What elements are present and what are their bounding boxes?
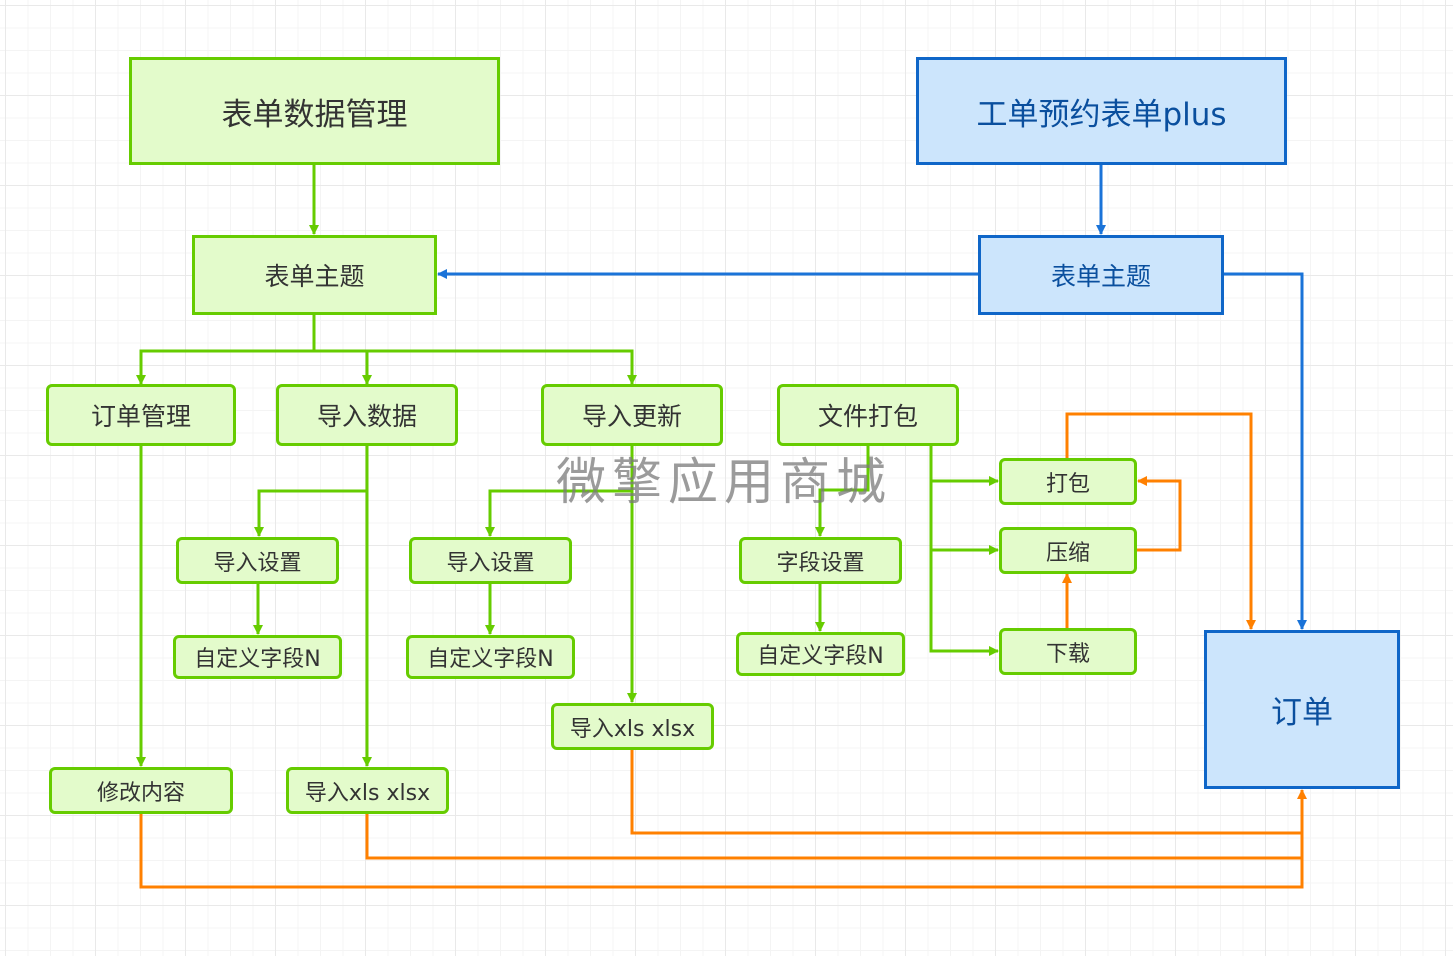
edge-file-to-field <box>815 445 870 537</box>
edge-topic-to-order <box>1223 272 1307 630</box>
node-form-topic-right[interactable]: 表单主题 <box>978 235 1224 315</box>
edge-topic-to-update <box>314 349 637 385</box>
node-label: 表单主题 <box>264 262 365 291</box>
node-modify-content[interactable]: 修改内容 <box>49 767 233 814</box>
node-label: 文件打包 <box>817 402 918 431</box>
node-label: 订单 <box>1271 695 1333 731</box>
node-label: 导入设置 <box>213 550 302 576</box>
node-pack[interactable]: 打包 <box>999 458 1137 505</box>
node-order-management[interactable]: 订单管理 <box>46 384 236 446</box>
node-import-settings-1[interactable]: 导入设置 <box>176 537 339 584</box>
edge-file-to-download <box>929 550 999 656</box>
edge-file-to-pack <box>929 445 999 486</box>
edge-update-to-settings <box>485 489 632 537</box>
node-custom-field-3[interactable]: 自定义字段N <box>736 632 905 676</box>
node-work-order-plus[interactable]: 工单预约表单plus <box>916 57 1287 165</box>
node-import-xls-update[interactable]: 导入xls xlsx <box>551 703 714 750</box>
node-download[interactable]: 下载 <box>999 628 1137 675</box>
node-label: 压缩 <box>1045 540 1090 566</box>
node-import-update[interactable]: 导入更新 <box>541 384 723 446</box>
node-label: 导入数据 <box>316 402 417 431</box>
node-label: 自定义字段N <box>194 647 321 672</box>
edge-file-to-compress <box>929 481 999 555</box>
node-label: 工单预约表单plus <box>976 96 1227 133</box>
node-label: 表单主题 <box>1050 262 1151 291</box>
edge-import-to-settings <box>254 489 367 537</box>
edge-xls-data-to-order <box>365 814 1302 860</box>
node-label: 字段设置 <box>776 550 865 576</box>
node-label: 修改内容 <box>96 780 185 806</box>
node-custom-field-2[interactable]: 自定义字段N <box>406 635 575 679</box>
edge-compress-to-pack <box>1136 476 1182 552</box>
edge-topic-branch <box>136 314 316 385</box>
node-field-settings[interactable]: 字段设置 <box>739 537 902 584</box>
edge-pack-to-order <box>1065 412 1256 630</box>
node-label: 导入xls xlsx <box>304 780 431 806</box>
node-custom-field-1[interactable]: 自定义字段N <box>173 635 342 679</box>
node-label: 自定义字段N <box>427 647 554 672</box>
node-import-settings-2[interactable]: 导入设置 <box>409 537 572 584</box>
node-label: 表单数据管理 <box>221 96 408 133</box>
node-label: 导入设置 <box>446 550 535 576</box>
node-label: 导入更新 <box>581 402 682 431</box>
node-form-topic-left[interactable]: 表单主题 <box>192 235 437 315</box>
node-import-data[interactable]: 导入数据 <box>276 384 458 446</box>
node-import-xls-data[interactable]: 导入xls xlsx <box>286 767 449 814</box>
node-label: 订单管理 <box>90 402 191 431</box>
edge-xls-update-to-order <box>630 750 1302 835</box>
node-label: 打包 <box>1045 471 1090 497</box>
node-compress[interactable]: 压缩 <box>999 527 1137 574</box>
node-label: 自定义字段N <box>757 644 884 669</box>
node-label: 下载 <box>1045 641 1090 667</box>
node-form-data-management[interactable]: 表单数据管理 <box>129 57 500 165</box>
node-label: 导入xls xlsx <box>569 716 696 742</box>
node-file-packaging[interactable]: 文件打包 <box>777 384 959 446</box>
node-order[interactable]: 订单 <box>1204 630 1400 789</box>
